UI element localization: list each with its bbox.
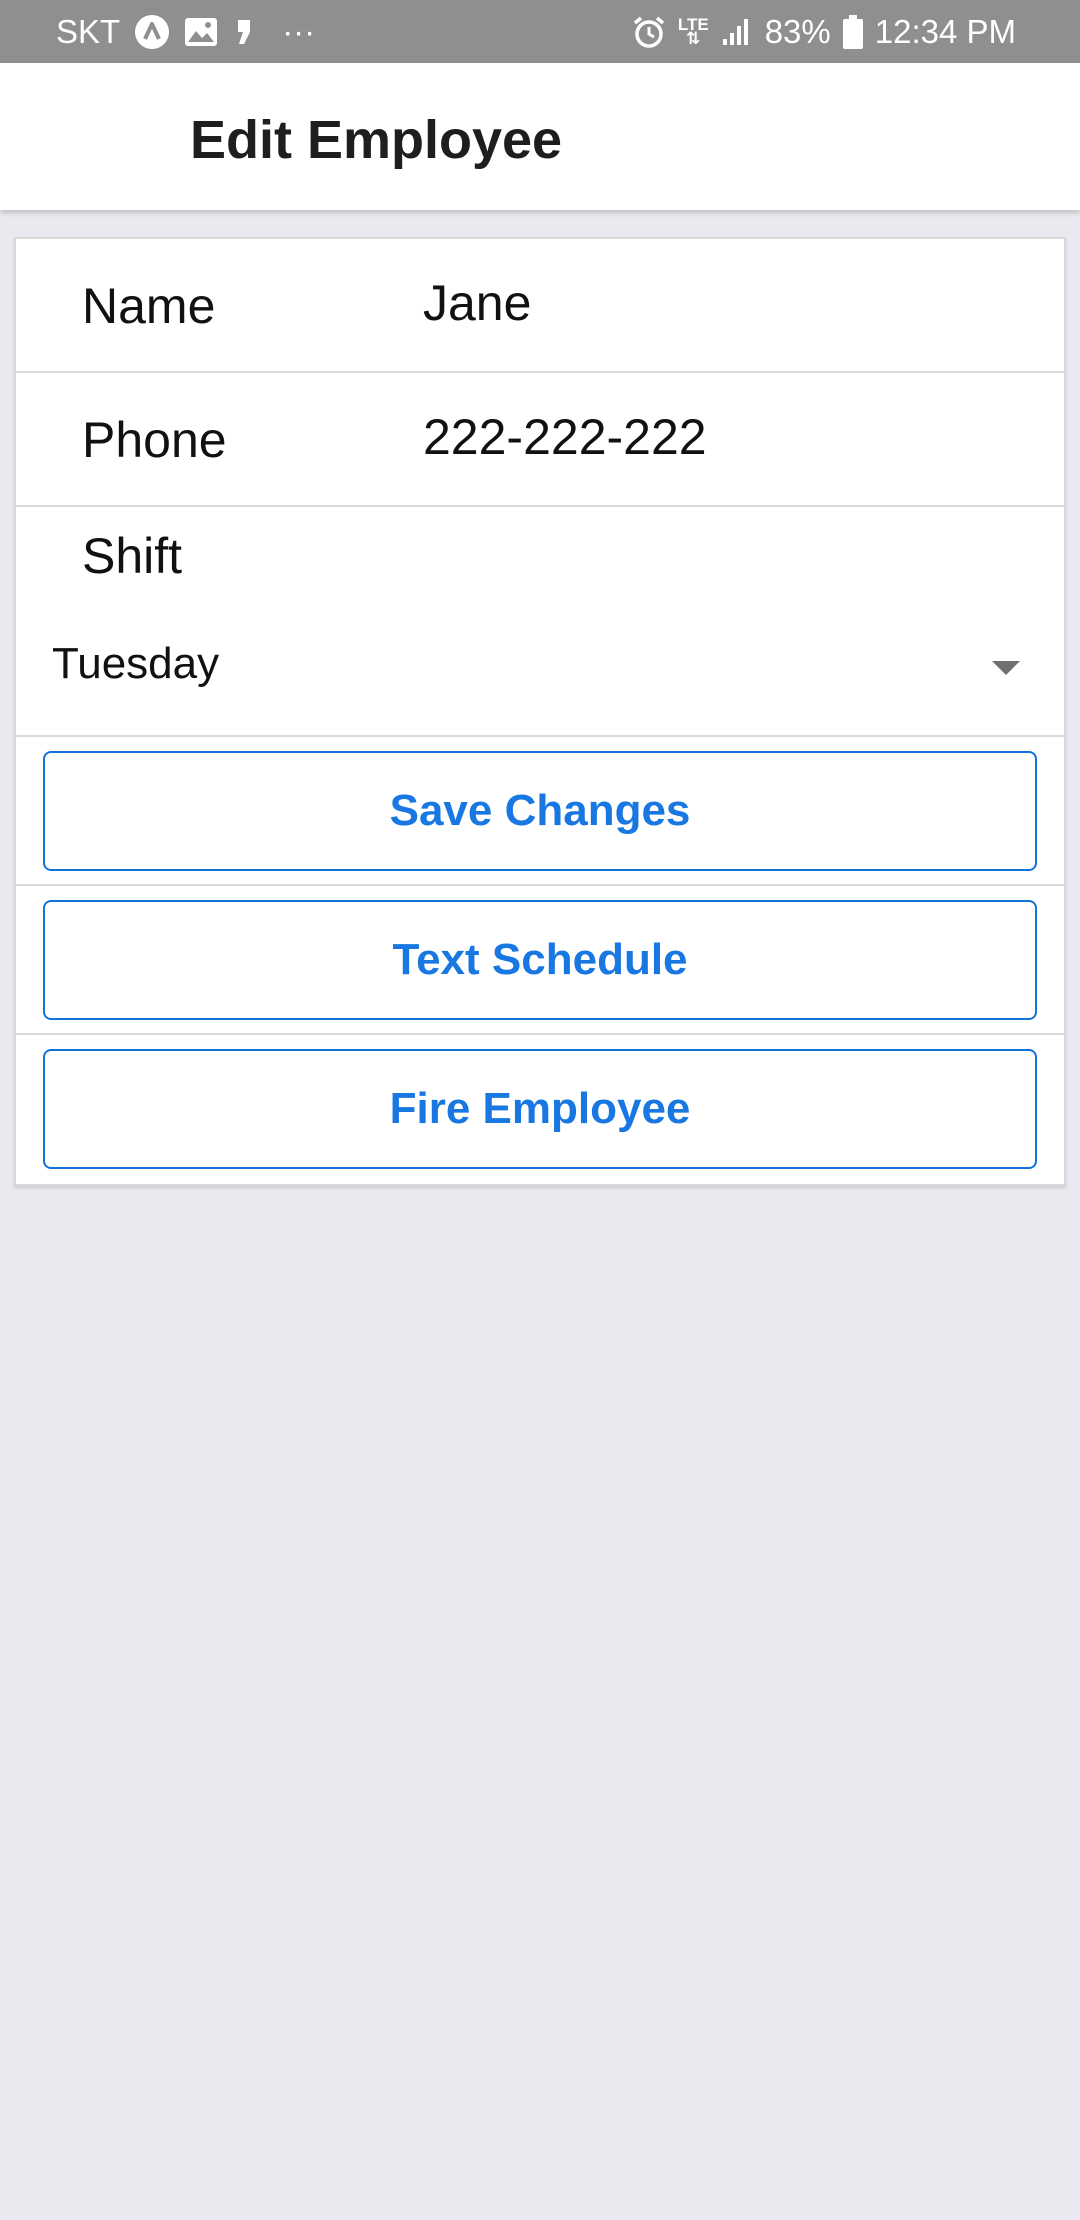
status-bar-left: SKT ··· xyxy=(56,0,315,63)
shift-label: Shift xyxy=(82,528,183,584)
employee-form-card: Name Phone Shift Tuesday Save Changes Te… xyxy=(14,237,1066,1186)
clock: 12:34 PM xyxy=(874,12,1016,50)
save-changes-button[interactable]: Save Changes xyxy=(43,751,1037,871)
data-arrows-icon: ⇅ xyxy=(686,28,701,48)
shift-select[interactable]: Tuesday xyxy=(52,617,1042,717)
battery-percent: 83% xyxy=(764,12,831,50)
signal-icon xyxy=(721,17,753,47)
fire-employee-row: Fire Employee xyxy=(16,1035,1064,1186)
status-bar-right: LTE ⇅ 83% 12:34 PM xyxy=(632,0,1016,63)
page-title: Edit Employee xyxy=(190,110,563,170)
battery-icon xyxy=(842,14,863,49)
name-row: Name xyxy=(16,239,1064,373)
phone-input[interactable] xyxy=(411,397,1031,477)
fire-employee-button[interactable]: Fire Employee xyxy=(43,1049,1037,1169)
status-bar: SKT ··· LTE ⇅ 83% 12:34 PM xyxy=(0,0,1080,63)
quote-notification-icon xyxy=(232,16,254,48)
phone-row: Phone xyxy=(16,373,1064,507)
carrier-label: SKT xyxy=(56,12,121,50)
save-row: Save Changes xyxy=(16,737,1064,886)
shift-selected-value: Tuesday xyxy=(52,639,220,688)
lte-indicator: LTE ⇅ xyxy=(678,16,709,48)
text-schedule-row: Text Schedule xyxy=(16,886,1064,1035)
text-schedule-button[interactable]: Text Schedule xyxy=(43,900,1037,1020)
phone-label: Phone xyxy=(82,412,227,468)
image-notification-icon xyxy=(184,17,218,47)
shift-row: Shift Tuesday xyxy=(16,507,1064,737)
name-label: Name xyxy=(82,278,216,334)
more-notifications-icon: ··· xyxy=(282,12,316,50)
alarm-icon xyxy=(632,15,666,49)
app-notification-icon xyxy=(134,14,170,50)
name-input[interactable] xyxy=(411,263,1031,343)
app-header: Edit Employee xyxy=(0,63,1080,210)
dropdown-arrow-icon xyxy=(992,661,1020,675)
